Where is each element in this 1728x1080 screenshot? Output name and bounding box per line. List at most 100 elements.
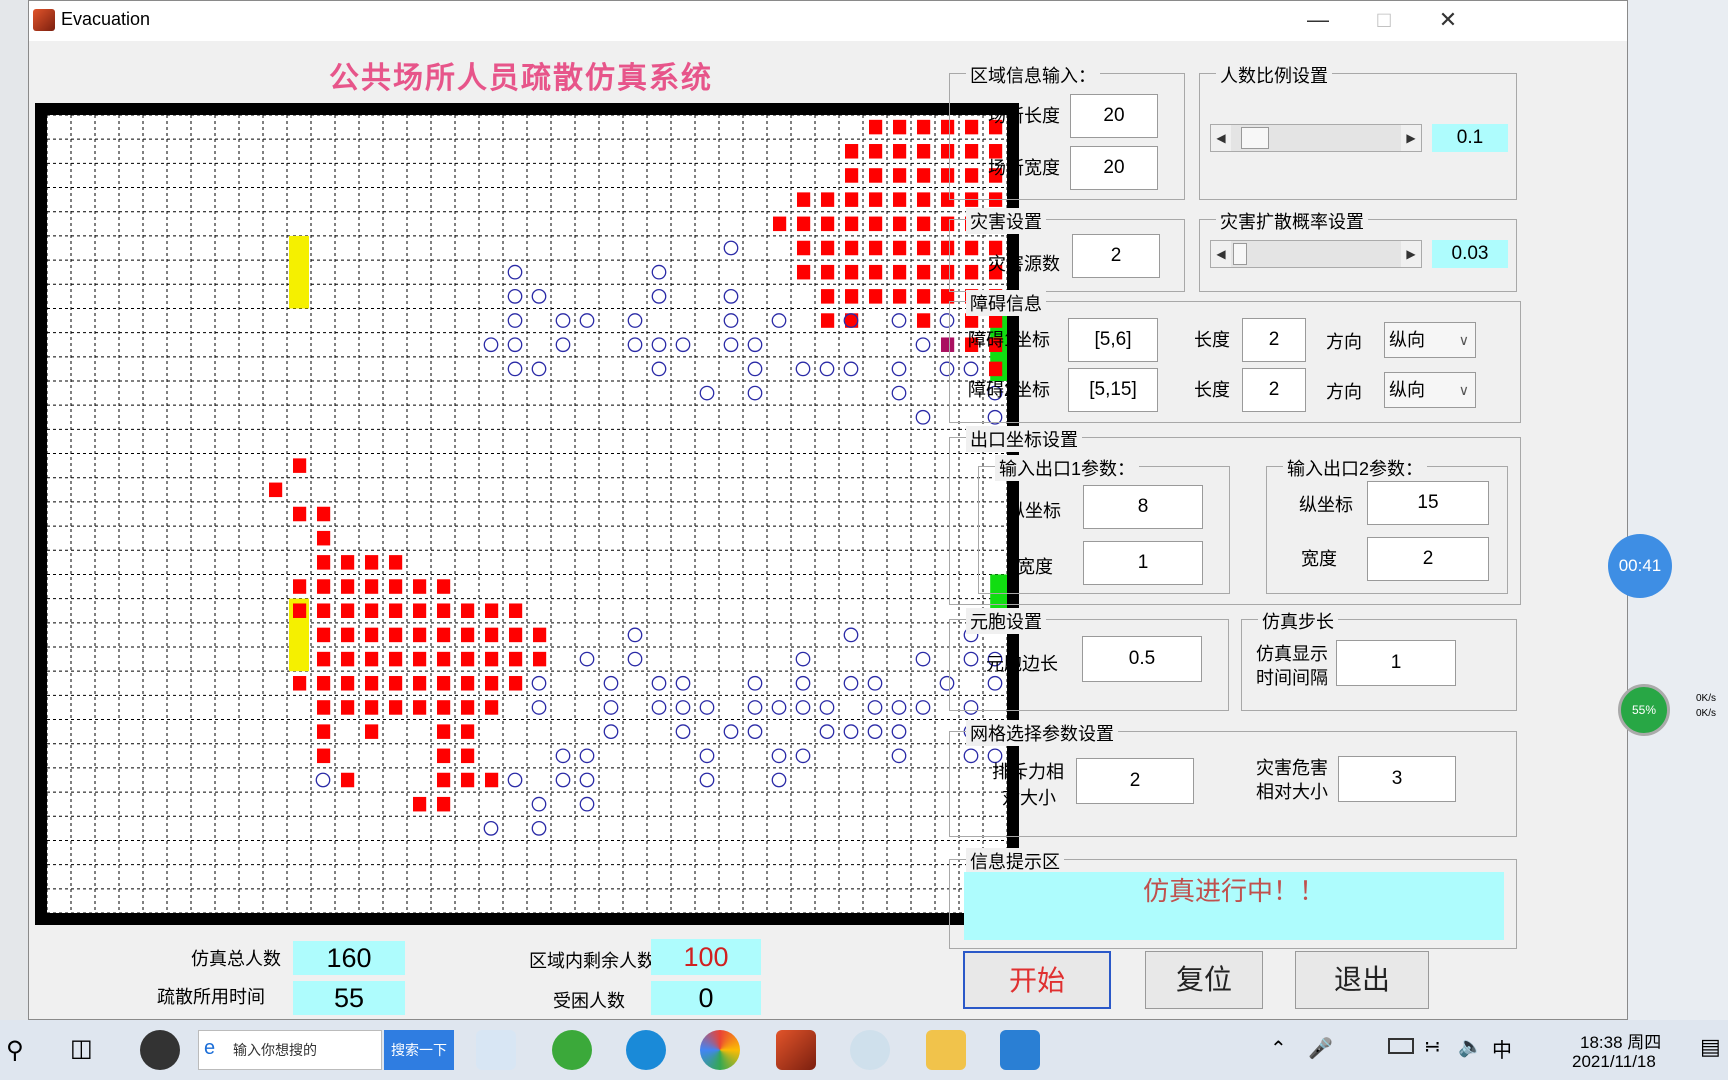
- exit1-group: 输入出口1参数： 纵坐标 8 宽度 1: [978, 455, 1230, 594]
- width-input[interactable]: 20: [1070, 146, 1158, 190]
- spread-group: 灾害扩散概率设置 ◀ ▶ 0.03: [1199, 208, 1517, 292]
- slider-right-arrow-icon[interactable]: ▶: [1401, 241, 1421, 267]
- hazard-cell: [413, 579, 427, 594]
- settings-app-icon[interactable]: [850, 1030, 890, 1070]
- hazard-cell: [485, 676, 499, 691]
- exit2-group: 输入出口2参数： 纵坐标 15 宽度 2: [1266, 455, 1508, 594]
- exit1-y-input[interactable]: 8: [1083, 485, 1203, 529]
- close-button[interactable]: ✕: [1413, 1, 1483, 41]
- step-group: 仿真步长 仿真显示 时间间隔 1: [1241, 608, 1517, 711]
- matlab-icon[interactable]: [776, 1030, 816, 1070]
- hazard-cell: [869, 264, 883, 280]
- hazard-cell: [317, 676, 331, 691]
- people-ratio-value: 0.1: [1432, 124, 1508, 152]
- hazard-cell: [317, 530, 331, 546]
- chrome-icon[interactable]: [700, 1030, 740, 1070]
- exit-button[interactable]: 退出: [1295, 951, 1429, 1009]
- hazard-cell: [845, 168, 859, 183]
- hazard-cell: [869, 192, 883, 207]
- slider-left-arrow-icon[interactable]: ◀: [1211, 241, 1231, 267]
- grid-params-group: 网格选择参数设置 排斥力相 对大小 2 灾害危害 相对大小 3: [949, 720, 1517, 837]
- volume-icon[interactable]: 🔈: [1458, 1034, 1483, 1059]
- search-icon[interactable]: ⚲: [6, 1036, 24, 1065]
- hazard-cell: [389, 579, 403, 594]
- width-label: 场所宽度: [988, 158, 1060, 178]
- hazard-cell: [389, 627, 403, 643]
- browser-search-input[interactable]: 输入你想搜的: [198, 1030, 382, 1070]
- hazard-sources-input[interactable]: 2: [1072, 234, 1160, 278]
- obstacle1-direction-select[interactable]: 纵向 ∨: [1384, 322, 1476, 358]
- spread-slider[interactable]: ◀ ▶: [1210, 240, 1422, 268]
- length-input[interactable]: 20: [1070, 94, 1158, 138]
- obstacle1-coord-label: 障碍1坐标: [968, 330, 1051, 350]
- info-group: 信息提示区 仿真进行中！！: [949, 848, 1517, 949]
- hazard-cell: [917, 168, 931, 183]
- slider-thumb[interactable]: [1241, 127, 1269, 149]
- matlab-icon: [33, 9, 55, 31]
- photos-icon[interactable]: [1000, 1030, 1040, 1070]
- exit2-width-label: 宽度: [1301, 549, 1337, 569]
- hazard-cell: [893, 168, 907, 183]
- reset-button[interactable]: 复位: [1145, 951, 1263, 1009]
- start-button[interactable]: 开始: [963, 951, 1111, 1009]
- obstacle2-direction-select[interactable]: 纵向 ∨: [1384, 372, 1476, 408]
- cpu-meter[interactable]: 55%: [1618, 684, 1670, 736]
- obstacle2-length-input[interactable]: 2: [1242, 368, 1306, 412]
- hazard-legend: 灾害设置: [966, 208, 1046, 234]
- exit1-width-input[interactable]: 1: [1083, 541, 1203, 585]
- hazard-cell: [821, 313, 835, 328]
- edge-icon[interactable]: [552, 1030, 592, 1070]
- hazard-cell: [797, 264, 811, 280]
- hazard-cell: [365, 579, 379, 594]
- hazard-cell: [773, 216, 787, 232]
- hazard-cell: [413, 627, 427, 643]
- clock-date[interactable]: 2021/11/18: [1572, 1052, 1656, 1072]
- wifi-icon[interactable]: ∺: [1424, 1034, 1441, 1059]
- hazard-cell: [533, 627, 547, 643]
- obstacle2-coord-input[interactable]: [5,15]: [1068, 368, 1158, 412]
- ime-indicator[interactable]: 中: [1492, 1034, 1512, 1063]
- hazard-cell: [821, 192, 835, 207]
- app-icon[interactable]: [476, 1030, 516, 1070]
- slider-right-arrow-icon[interactable]: ▶: [1401, 125, 1421, 151]
- task-view-icon[interactable]: ◫: [70, 1034, 93, 1063]
- hazard-weight-input[interactable]: 3: [1338, 756, 1456, 802]
- exit2-width-input[interactable]: 2: [1367, 537, 1489, 581]
- microphone-icon[interactable]: 🎤: [1308, 1036, 1333, 1061]
- hazard-cell: [293, 579, 307, 594]
- people-ratio-slider[interactable]: ◀ ▶: [1210, 124, 1422, 152]
- obstacle1-length-input[interactable]: 2: [1242, 318, 1306, 362]
- step-label-line1: 仿真显示: [1256, 644, 1328, 664]
- battery-icon[interactable]: [1388, 1038, 1414, 1054]
- obstacle1-coord-input[interactable]: [5,6]: [1068, 318, 1158, 362]
- pinwheel-app-icon[interactable]: [140, 1030, 180, 1070]
- hazard-cell: [869, 119, 883, 135]
- minimize-button[interactable]: —: [1283, 1, 1353, 41]
- hazard-cell: [365, 603, 379, 618]
- clock-time[interactable]: 18:38 周四: [1580, 1028, 1661, 1053]
- hazard-weight-label-line1: 灾害危害: [1256, 758, 1328, 778]
- hazard-cell: [413, 700, 427, 715]
- cell-size-input[interactable]: 0.5: [1082, 636, 1202, 682]
- recording-timer[interactable]: 00:41: [1608, 534, 1672, 598]
- notification-icon[interactable]: ▤: [1700, 1034, 1721, 1060]
- chevron-down-icon: ∨: [1458, 332, 1469, 348]
- background-app-strip: [0, 0, 29, 1020]
- slider-left-arrow-icon[interactable]: ◀: [1211, 125, 1231, 151]
- chevron-up-icon[interactable]: ⌃: [1270, 1036, 1287, 1061]
- maximize-button[interactable]: □: [1349, 1, 1419, 41]
- browser-search-button[interactable]: 搜索一下: [384, 1030, 454, 1070]
- people-ratio-group: 人数比例设置 ◀ ▶ 0.1: [1199, 62, 1517, 200]
- hazard-cell: [893, 216, 907, 232]
- file-explorer-icon[interactable]: [926, 1030, 966, 1070]
- obstacle-group: 障碍信息 障碍1坐标 [5,6] 长度 2 方向 纵向 ∨ 障碍2坐标 [5,1…: [949, 290, 1521, 423]
- slider-thumb[interactable]: [1233, 243, 1247, 265]
- exit2-y-input[interactable]: 15: [1367, 481, 1489, 525]
- net-down-speed: 0K/s: [1696, 708, 1717, 719]
- hazard-cell: [461, 651, 475, 667]
- browser-icon[interactable]: [626, 1030, 666, 1070]
- hazard-cell: [437, 796, 451, 812]
- repulsion-input[interactable]: 2: [1076, 758, 1194, 804]
- panel-title: 公共场所人员疏散仿真系统: [329, 61, 713, 96]
- step-interval-input[interactable]: 1: [1336, 640, 1456, 686]
